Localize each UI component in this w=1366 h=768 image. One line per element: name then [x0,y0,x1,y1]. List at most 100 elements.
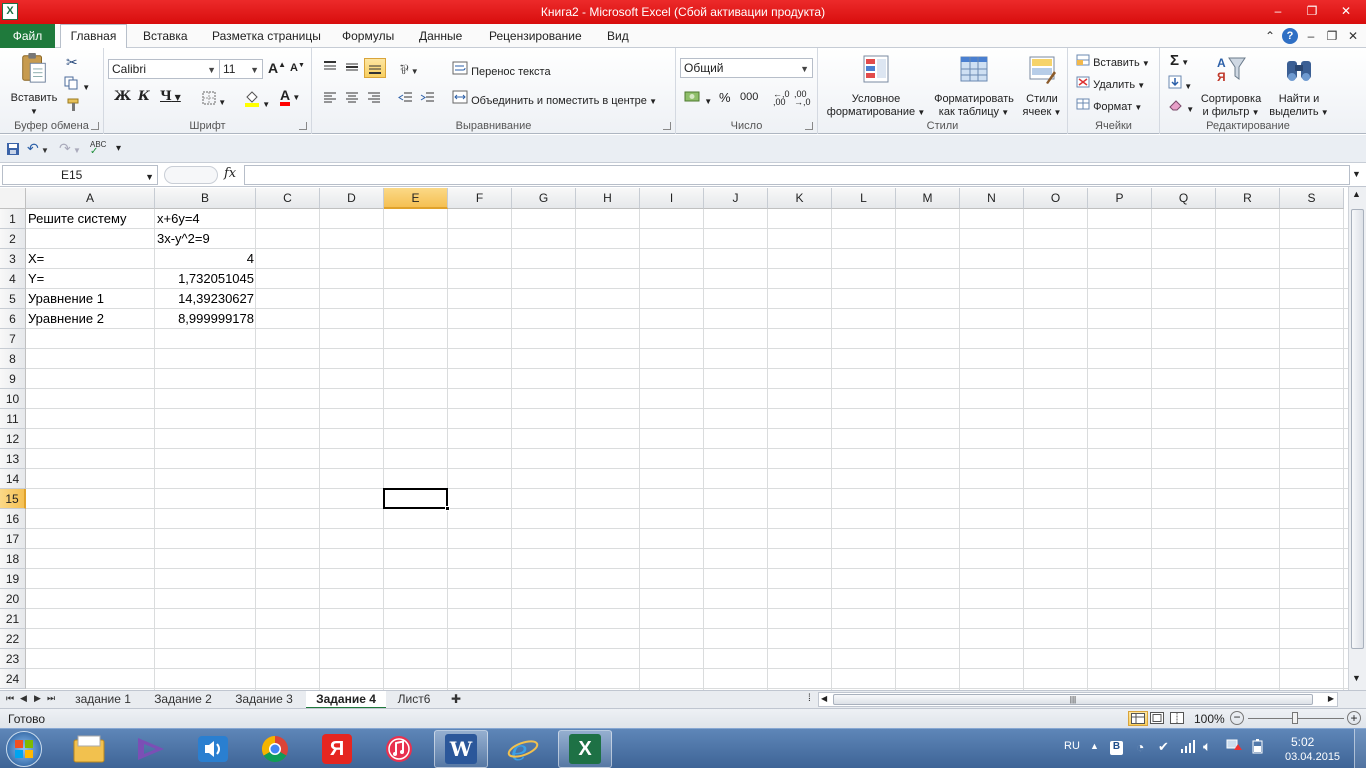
cut-icon[interactable]: ✂ [66,54,78,71]
row-header-4[interactable]: 4 [0,269,26,289]
cell-b2[interactable]: 3x-y^2=9 [155,229,212,249]
bold-button[interactable]: Ж [114,89,131,104]
horizontal-scrollbar[interactable]: ◀ ||| ▶ [818,692,1338,707]
format-as-table-button[interactable]: Форматировать как таблицу ▼ [930,53,1018,119]
row-header-13[interactable]: 13 [0,449,26,469]
sheet-tab-1[interactable]: задание 1 [64,691,142,709]
alignment-launcher-icon[interactable] [663,122,671,130]
row-header-15[interactable]: 15 [0,489,26,509]
row-header-12[interactable]: 12 [0,429,26,449]
format-cells-button[interactable]: Формат ▼ [1076,98,1142,113]
first-sheet-icon[interactable]: ⏮ [6,693,14,704]
close-button[interactable]: ✕ [1336,4,1356,18]
row-header-9[interactable]: 9 [0,369,26,389]
row-header-18[interactable]: 18 [0,549,26,569]
font-color-button[interactable]: A ▼ [280,88,300,106]
column-header-r[interactable]: R [1216,188,1280,209]
antivirus-icon[interactable]: ◔ [1136,739,1144,755]
align-left-icon[interactable] [322,91,338,108]
borders-button[interactable]: ▼ [202,91,226,108]
cell-a4[interactable]: Y= [26,269,46,289]
sheet-tab-3[interactable]: Задание 3 [224,691,304,709]
column-header-o[interactable]: O [1024,188,1088,209]
check-tray-icon[interactable]: ✔ [1158,739,1169,755]
format-painter-icon[interactable] [66,98,82,115]
language-indicator[interactable]: RU [1064,740,1080,752]
row-header-24[interactable]: 24 [0,669,26,689]
cell-b5[interactable]: 14,39230627 [155,289,256,309]
wrap-text-button[interactable]: Перенос текста [452,61,551,78]
customize-qat-icon[interactable]: ▾ [116,143,121,154]
scroll-right-icon[interactable]: ▶ [1328,694,1334,703]
column-header-b[interactable]: B [155,188,256,209]
align-bottom-icon[interactable] [364,58,386,78]
row-header-23[interactable]: 23 [0,649,26,669]
align-middle-icon[interactable] [344,60,360,77]
show-desktop-button[interactable] [1354,729,1366,768]
scroll-down-icon[interactable]: ▼ [1352,673,1361,683]
zoom-slider-thumb[interactable] [1292,712,1298,724]
name-box[interactable]: E15 ▼ [2,165,158,185]
align-center-icon[interactable] [344,91,360,108]
italic-button[interactable]: К [138,89,150,104]
column-header-n[interactable]: N [960,188,1024,209]
paste-dropdown-icon[interactable]: ▼ [6,105,62,118]
doc-minimize-icon[interactable]: – [1303,29,1319,43]
column-header-l[interactable]: L [832,188,896,209]
undo-icon[interactable]: ↶ ▼ [27,140,49,157]
taskbar-excel[interactable]: X [558,730,612,768]
column-header-i[interactable]: I [640,188,704,209]
increase-decimal-icon[interactable]: ←,0,00 [773,90,790,107]
column-header-e[interactable]: E [384,188,448,209]
number-launcher-icon[interactable] [805,122,813,130]
row-header-21[interactable]: 21 [0,609,26,629]
page-break-view-icon[interactable] [1170,712,1184,727]
sheet-tab-5[interactable]: Лист6 [388,691,440,709]
tab-home[interactable]: Главная [60,24,127,49]
page-layout-view-icon[interactable] [1150,712,1164,727]
taskbar-word[interactable]: W [434,730,488,768]
cell-styles-button[interactable]: Стили ячеек ▼ [1018,53,1066,119]
scroll-left-icon[interactable]: ◀ [821,694,827,703]
formula-bar-resize-handle[interactable] [164,166,218,184]
help-icon[interactable]: ? [1282,28,1298,44]
fill-handle[interactable] [445,506,450,511]
column-header-j[interactable]: J [704,188,768,209]
signal-icon[interactable] [1180,738,1196,757]
tab-data[interactable]: Данные [419,29,462,43]
cell-b3[interactable]: 4 [155,249,256,269]
doc-close-icon[interactable]: ✕ [1345,29,1361,43]
active-cell-selection[interactable] [383,488,450,511]
redo-icon[interactable]: ↷ ▼ [59,140,81,157]
column-header-h[interactable]: H [576,188,640,209]
taskbar-explorer[interactable] [62,730,116,768]
align-top-icon[interactable] [322,60,338,77]
row-header-19[interactable]: 19 [0,569,26,589]
orientation-icon[interactable]: ⅌ ▼ [400,60,419,78]
column-header-c[interactable]: C [256,188,320,209]
row-header-20[interactable]: 20 [0,589,26,609]
row-header-17[interactable]: 17 [0,529,26,549]
cell-b1[interactable]: x+6y=4 [155,209,202,229]
fill-button[interactable]: ▼ [1168,75,1192,92]
font-name-combo[interactable]: Calibri ▼ [108,59,220,79]
tab-formulas[interactable]: Формулы [342,29,394,43]
next-sheet-icon[interactable]: ▶ [34,693,41,704]
taskbar-chrome[interactable] [248,730,302,768]
merge-center-button[interactable]: Объединить и поместить в центре ▼ [452,90,657,107]
row-header-3[interactable]: 3 [0,249,26,269]
autosum-button[interactable]: Σ ▼ [1170,52,1189,69]
clear-button[interactable]: ▼ [1168,98,1194,115]
decrease-indent-icon[interactable] [398,91,414,108]
horizontal-scroll-thumb[interactable]: ||| [833,694,1313,705]
shrink-font-button[interactable]: A▼ [290,62,305,74]
tab-view[interactable]: Вид [607,29,629,43]
row-header-1[interactable]: 1 [0,209,26,229]
select-all-corner[interactable] [0,188,26,209]
taskbar-visual-studio[interactable] [124,730,178,768]
percent-button[interactable]: % [719,90,731,105]
worksheet-grid[interactable]: A B C D E F G H I J K L M N O P Q R S 1 2 3 4 5 6 7 8 9 10 11 12 13 14 15… [0,188,1348,690]
column-header-q[interactable]: Q [1152,188,1216,209]
number-format-combo[interactable]: Общий ▼ [680,58,813,78]
last-sheet-icon[interactable]: ⏭ [47,693,55,704]
